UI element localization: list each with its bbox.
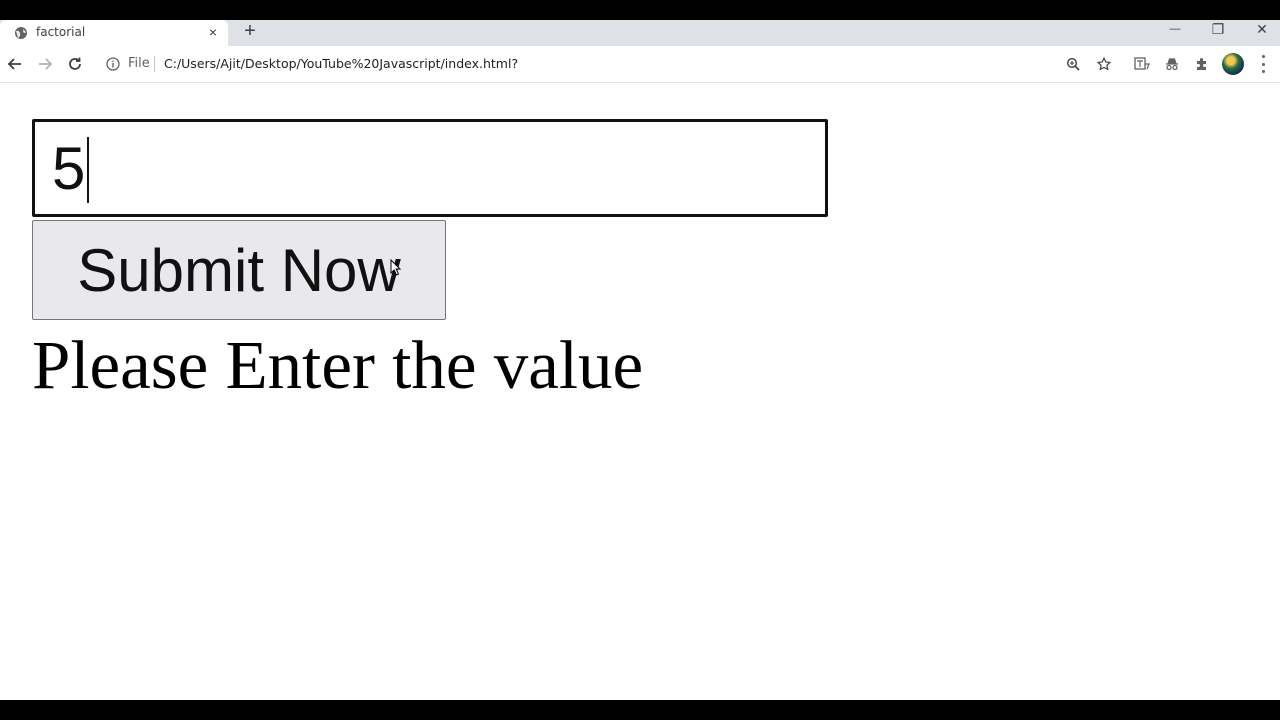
puzzle-extensions-icon[interactable] bbox=[1194, 56, 1210, 72]
more-menu-icon[interactable] bbox=[1256, 55, 1270, 73]
tab-strip: factorial × + — ❐ ✕ bbox=[0, 20, 1280, 46]
result-message: Please Enter the value bbox=[32, 327, 644, 403]
number-input-value: 5 bbox=[52, 135, 86, 202]
screen-bottom-bar bbox=[0, 700, 1280, 720]
reload-button[interactable] bbox=[65, 54, 85, 74]
browser-toolbar: File C:/Users/Ajit/Desktop/YouTube%20Jav… bbox=[0, 46, 1280, 83]
screen-top-bar bbox=[0, 0, 1280, 20]
reload-icon bbox=[69, 57, 81, 70]
arrow-right-icon bbox=[39, 58, 53, 70]
translate-extension-icon[interactable] bbox=[1134, 56, 1150, 72]
profile-avatar[interactable] bbox=[1222, 53, 1244, 75]
globe-icon bbox=[15, 27, 27, 39]
tab-close-icon[interactable]: × bbox=[205, 24, 221, 40]
address-bar[interactable]: File C:/Users/Ajit/Desktop/YouTube%20Jav… bbox=[98, 50, 1118, 78]
window-close-button[interactable]: ✕ bbox=[1242, 20, 1280, 44]
back-button[interactable] bbox=[5, 54, 25, 74]
minimize-button[interactable]: — bbox=[1155, 20, 1195, 44]
text-caret bbox=[87, 137, 89, 203]
submit-button[interactable]: Submit Now bbox=[32, 220, 446, 320]
forward-button[interactable] bbox=[35, 54, 55, 74]
tab-factorial[interactable]: factorial × bbox=[0, 20, 228, 46]
mouse-cursor-icon bbox=[390, 259, 402, 276]
page-viewport: 5 Submit Now Please Enter the value bbox=[0, 83, 1280, 700]
number-input[interactable]: 5 bbox=[32, 119, 828, 217]
info-icon[interactable] bbox=[106, 57, 120, 71]
new-tab-button[interactable]: + bbox=[240, 20, 260, 44]
zoom-icon[interactable] bbox=[1066, 57, 1080, 71]
url-text[interactable]: C:/Users/Ajit/Desktop/YouTube%20Javascri… bbox=[164, 56, 518, 71]
security-label: File bbox=[128, 56, 150, 71]
incognito-extension-icon[interactable] bbox=[1164, 56, 1180, 72]
tab-title: factorial bbox=[36, 25, 86, 39]
omnibox-divider bbox=[154, 56, 155, 72]
arrow-left-icon bbox=[7, 58, 21, 70]
restore-button[interactable]: ❐ bbox=[1198, 20, 1238, 44]
star-icon[interactable] bbox=[1097, 57, 1111, 71]
